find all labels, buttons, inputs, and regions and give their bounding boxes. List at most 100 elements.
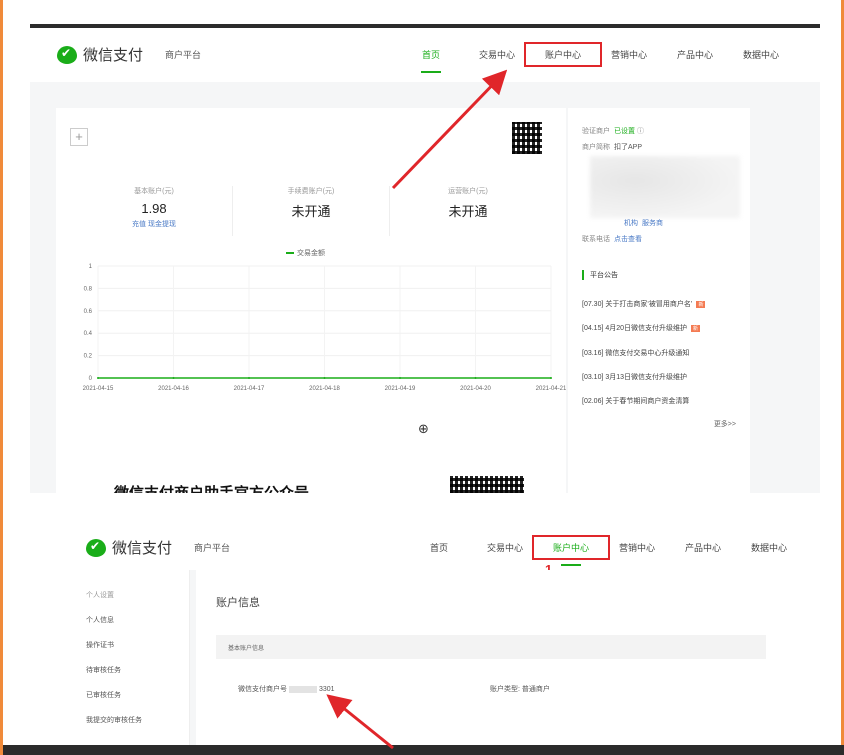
data-point <box>97 377 99 379</box>
y-tick-label: 0.4 <box>84 331 93 337</box>
trade-amount-chart: 0 0.2 0.4 0.6 0.8 1 2021-04-15 2021-04-16 2021-0… <box>83 264 566 392</box>
verify-label: 验证商户 <box>582 128 610 135</box>
new-badge: 新 <box>691 325 701 332</box>
platform-name: 商户平台 <box>165 50 202 60</box>
account-info-content: 账户信息 基本账户信息 微信支付商户号 3301 账户类型: 普通商户 <box>196 570 820 745</box>
sidebar-item-submitted-tasks[interactable]: 我提交的审核任务 <box>86 715 142 725</box>
notice-item[interactable]: [03.16] 微信支付交易中心升级通知 <box>582 348 742 358</box>
nav-account-center[interactable]: 账户中心 <box>524 42 602 67</box>
masked-value <box>289 685 317 693</box>
sidebar-item-personal-info[interactable]: 个人信息 <box>86 615 114 625</box>
notice-item[interactable]: [07.30] 关于打击商家‘被冒用商户名’ 新 <box>582 299 742 309</box>
notice-text: [04.15] 4月20日微信支付升级维护 <box>582 325 688 332</box>
org-row: 机构 服务商 <box>620 218 663 228</box>
promo-qr-code-icon <box>450 476 524 493</box>
nav-trade-center[interactable]: 交易中心 <box>464 48 530 61</box>
nav-data-center[interactable]: 数据中心 <box>736 541 802 554</box>
wechat-pay-logo-icon <box>86 538 106 557</box>
zoom-in-icon[interactable]: ⊕ <box>418 421 429 437</box>
header: 微信支付 商户平台 首页 交易中心 账户中心 营销中心 产品中心 数据中心 <box>30 512 820 570</box>
platform-name: 商户平台 <box>194 543 231 553</box>
brand-name: 微信支付 <box>83 47 144 64</box>
logo[interactable]: 微信支付 商户平台 <box>86 537 230 558</box>
x-tick-label: 2021-04-18 <box>309 386 340 392</box>
info-icon[interactable]: ⓘ <box>637 128 644 135</box>
merchant-id-suffix: 3301 <box>319 686 335 693</box>
x-tick-label: 2021-04-21 <box>536 386 566 392</box>
short-name-label: 商户简称 <box>582 144 610 151</box>
x-tick-label: 2021-04-16 <box>158 386 189 392</box>
sidebar-item-reviewed-tasks[interactable]: 已审核任务 <box>86 690 121 700</box>
overview-card: + 基本账户(元) 1.98 充值 现金提现 手续费账户(元) 未开通 运营账户… <box>56 108 566 493</box>
y-tick-label: 0.6 <box>84 309 93 315</box>
nav-home[interactable]: 首页 <box>398 48 464 61</box>
sidebar-item-pending-tasks[interactable]: 待审核任务 <box>86 665 121 675</box>
notice-text: [02.06] 关于春节期间商户资金清算 <box>582 398 690 405</box>
stat-label: 手续费账户(元) <box>287 188 335 195</box>
page-title: 账户信息 <box>216 597 260 609</box>
account-type-field: 账户类型: 普通商户 <box>490 684 550 694</box>
nav-data-center[interactable]: 数据中心 <box>728 48 794 61</box>
nav-product-center[interactable]: 产品中心 <box>670 541 736 554</box>
logo[interactable]: 微信支付 商户平台 <box>57 44 201 65</box>
y-tick-label: 0 <box>89 376 93 382</box>
header: 微信支付 商户平台 首页 交易中心 账户中心 营销中心 产品中心 数据中心 <box>30 28 820 82</box>
merchant-id-field: 微信支付商户号 3301 <box>238 684 335 694</box>
sidebar-item-certificate[interactable]: 操作证书 <box>86 640 114 650</box>
org-value: 服务商 <box>642 220 663 227</box>
data-point <box>474 377 477 379</box>
notice-text: [03.10] 3月13日微信支付升级维护 <box>582 374 688 381</box>
notice-title: 平台公告 <box>582 270 618 280</box>
data-point <box>172 377 175 379</box>
stat-value: 未开通 <box>291 204 331 219</box>
more-link[interactable]: 更多>> <box>714 419 736 429</box>
notice-text: [07.30] 关于打击商家‘被冒用商户名’ <box>582 301 693 308</box>
section-header: 基本账户信息 <box>216 635 766 659</box>
screenshot-frame: 微信支付 商户平台 首页 交易中心 账户中心 营销中心 产品中心 数据中心 + … <box>0 0 844 755</box>
phone-label: 联系电话 <box>582 236 610 243</box>
nav-product-center[interactable]: 产品中心 <box>662 48 728 61</box>
phone-row: 联系电话 点击查看 <box>582 234 642 244</box>
x-tick-label: 2021-04-17 <box>234 386 265 392</box>
add-button[interactable]: + <box>70 128 88 146</box>
account-info-panel: 微信支付 商户平台 首页 交易中心 账户中心 营销中心 产品中心 数据中心 1 … <box>30 512 820 745</box>
account-stats: 基本账户(元) 1.98 充值 现金提现 手续费账户(元) 未开通 运营账户(元… <box>76 186 546 236</box>
x-tick-label: 2021-04-15 <box>83 386 114 392</box>
y-tick-label: 1 <box>89 264 93 270</box>
stat-value: 未开通 <box>448 204 488 219</box>
sidebar: 个人设置 个人信息 操作证书 待审核任务 已审核任务 我提交的审核任务 <box>30 570 190 745</box>
y-tick-label: 0.2 <box>84 354 93 360</box>
notice-item[interactable]: [04.15] 4月20日微信支付升级维护新 <box>582 323 742 333</box>
x-tick-label: 2021-04-20 <box>460 386 491 392</box>
stat-basic-account: 基本账户(元) 1.98 充值 现金提现 <box>76 186 233 236</box>
notice-item[interactable]: [03.10] 3月13日微信支付升级维护 <box>582 372 742 382</box>
nav-marketing-center[interactable]: 营销中心 <box>604 541 670 554</box>
bottom-bar <box>3 745 844 755</box>
data-point <box>399 377 401 379</box>
brand-name: 微信支付 <box>112 540 173 557</box>
nav-home[interactable]: 首页 <box>406 541 472 554</box>
chart-legend[interactable]: 交易金额 <box>286 248 325 258</box>
notice-item[interactable]: [02.06] 关于春节期间商户资金清算 <box>582 396 742 406</box>
phone-value[interactable]: 点击查看 <box>614 236 642 243</box>
nav-account-center[interactable]: 账户中心 <box>532 535 610 560</box>
stat-value: 1.98 <box>141 201 167 216</box>
org-label: 机构 <box>624 220 638 227</box>
qr-code-icon <box>512 122 542 154</box>
section-title: 基本账户信息 <box>228 646 265 652</box>
sidebar-group-personal-settings[interactable]: 个人设置 <box>86 590 114 600</box>
stat-links[interactable]: 充值 现金提现 <box>76 219 232 229</box>
merchant-id-label: 微信支付商户号 <box>238 686 287 693</box>
wechat-pay-logo-icon <box>57 45 77 64</box>
data-point <box>323 377 326 379</box>
short-name-row: 商户简称 扣了APP <box>582 142 642 152</box>
nav-marketing-center[interactable]: 营销中心 <box>596 48 662 61</box>
main-nav: 首页 交易中心 账户中心 营销中心 产品中心 数据中心 <box>406 535 802 560</box>
account-type-label: 账户类型: <box>490 686 520 693</box>
y-tick-label: 0.8 <box>84 286 93 292</box>
verify-value: 已设置 <box>614 128 635 135</box>
nav-trade-center[interactable]: 交易中心 <box>472 541 538 554</box>
stat-operation-account: 运营账户(元) 未开通 <box>390 186 546 236</box>
data-point <box>550 377 552 379</box>
stat-label: 基本账户(元) <box>134 188 174 195</box>
